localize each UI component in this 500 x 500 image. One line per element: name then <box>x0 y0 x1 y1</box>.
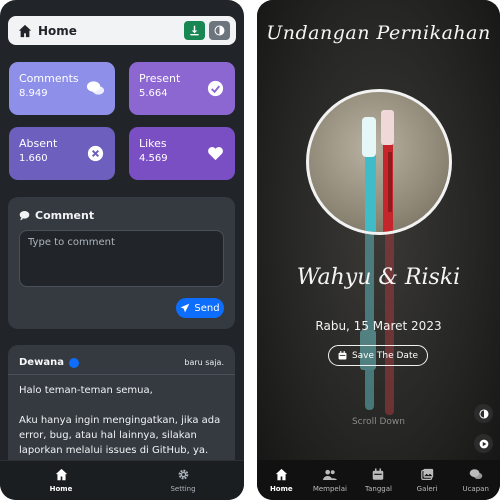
comment-placeholder: Type to comment <box>28 237 115 248</box>
theme-toggle-button[interactable] <box>209 21 230 40</box>
admin-screen: Home Comments 8.949 Present 5.664 Absent… <box>0 0 244 500</box>
message-card: Dewana baru saja. Halo teman-teman semua… <box>8 345 235 475</box>
couple-names: Wahyu & Riski <box>296 265 461 290</box>
stat-card-comments: Comments 8.949 <box>9 62 115 115</box>
message-greeting: Halo teman-teman semua, <box>19 385 153 396</box>
couple-photo <box>306 89 452 235</box>
nav-label: Ucapan <box>462 484 489 493</box>
comment-title: Comment <box>35 209 95 222</box>
play-circle-icon <box>479 439 488 448</box>
nav-item-ucapan[interactable]: Ucapan <box>451 460 500 500</box>
contrast-icon <box>214 25 225 36</box>
users-icon <box>322 469 337 480</box>
comment-card: Comment Type to comment Send <box>8 197 235 329</box>
page-title: Home <box>38 23 77 38</box>
home-icon <box>55 468 67 481</box>
nav-item-home[interactable]: Home <box>0 461 122 500</box>
message-header: Dewana baru saja. <box>19 357 224 368</box>
gear-icon <box>178 469 188 480</box>
invitation-title: Undangan Pernikahan <box>266 22 491 44</box>
images-icon <box>420 468 433 480</box>
scroll-down-hint[interactable]: Scroll Down <box>257 417 500 427</box>
nav-label: Tanggal <box>365 484 392 493</box>
chat-icon <box>469 468 482 479</box>
theme-toggle-button[interactable] <box>474 404 493 423</box>
stat-card-absent: Absent 1.660 <box>9 127 115 180</box>
verified-icon <box>68 357 79 368</box>
calendar-icon <box>373 468 384 480</box>
heart-icon <box>208 147 223 161</box>
nav-label: Home <box>269 484 293 493</box>
contrast-icon <box>478 408 489 419</box>
message-time: baru saja. <box>184 358 224 367</box>
nav-label: Galeri <box>416 484 438 493</box>
download-button[interactable] <box>184 21 205 40</box>
nav-item-galeri[interactable]: Galeri <box>403 460 452 500</box>
save-the-date-label: Save The Date <box>351 350 419 361</box>
divider <box>8 374 235 375</box>
bottom-nav: Home Mempelai Tanggal Galeri Ucapan <box>257 460 500 500</box>
home-icon <box>18 24 32 37</box>
nav-label: Mempelai <box>312 484 347 493</box>
nav-item-tanggal[interactable]: Tanggal <box>354 460 403 500</box>
toothbrush-image <box>362 110 394 232</box>
send-icon <box>181 303 190 313</box>
message-author: Dewana <box>19 357 64 368</box>
stat-card-likes: Likes 4.569 <box>129 127 235 180</box>
check-circle-icon <box>207 80 224 97</box>
message-body: Aku hanya ingin mengingatkan, jika ada e… <box>19 415 221 456</box>
home-icon <box>275 468 287 480</box>
wedding-date: Rabu, 15 Maret 2023 <box>315 319 442 333</box>
nav-item-home[interactable]: Home <box>257 460 306 500</box>
nav-item-mempelai[interactable]: Mempelai <box>306 460 355 500</box>
nav-item-setting[interactable]: Setting <box>122 461 244 500</box>
x-circle-icon <box>87 145 104 162</box>
nav-label: Setting <box>170 485 196 493</box>
save-the-date-button[interactable]: Save The Date <box>328 345 428 366</box>
comment-header: Comment <box>19 209 224 222</box>
stat-card-present: Present 5.664 <box>129 62 235 115</box>
send-button[interactable]: Send <box>176 298 224 318</box>
download-icon <box>190 25 199 36</box>
home-header: Home <box>8 16 236 45</box>
invitation-screen: Undangan Pernikahan Wahyu & Riski Rabu, … <box>257 0 500 500</box>
nav-label: Home <box>49 485 73 493</box>
bottom-nav: Home Setting <box>0 460 244 500</box>
music-play-button[interactable] <box>474 434 493 453</box>
chat-icon <box>86 81 105 95</box>
comment-textarea[interactable]: Type to comment <box>19 230 224 287</box>
comment-icon <box>19 211 30 221</box>
calendar-icon <box>338 351 347 360</box>
send-label: Send <box>194 302 220 314</box>
